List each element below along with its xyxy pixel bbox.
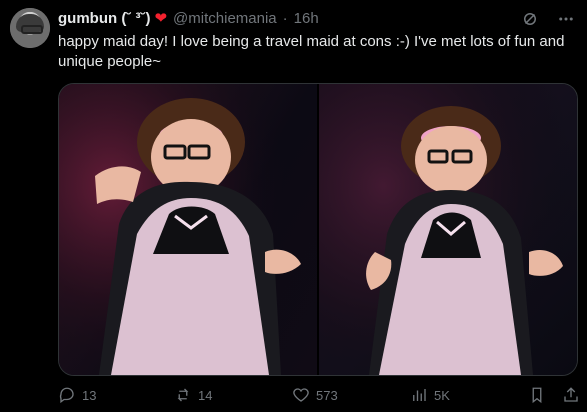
photo-left-illustration	[59, 84, 317, 375]
grok-icon[interactable]	[519, 8, 541, 30]
share-action[interactable]	[562, 386, 580, 404]
bookmark-icon	[532, 387, 542, 404]
views-count: 5K	[434, 387, 450, 403]
share-icon	[564, 387, 578, 402]
photo-right[interactable]	[319, 84, 577, 375]
separator-dot: ·	[282, 9, 288, 27]
tweet-media[interactable]	[58, 83, 578, 376]
repost-action[interactable]: 14	[174, 386, 212, 404]
photo-left[interactable]	[59, 84, 317, 375]
repost-count: 14	[198, 387, 213, 403]
tweet-time[interactable]: 16h	[294, 10, 319, 27]
views-action[interactable]: 5K	[410, 386, 450, 404]
avatar[interactable]	[10, 8, 50, 48]
avatar-glasses	[21, 25, 43, 34]
reply-action[interactable]: 13	[58, 386, 96, 404]
views-icon	[413, 389, 426, 401]
like-action[interactable]: 573	[292, 386, 338, 404]
tweet-header: gumbun (˘ ³˘) ❤ @mitchiemania · 16h	[58, 8, 319, 28]
heart-emoji-icon: ❤	[154, 10, 168, 27]
reply-count: 13	[82, 387, 97, 403]
tweet-actions: 13 14 573 5K	[58, 386, 578, 406]
top-icons	[519, 8, 577, 30]
author-handle[interactable]: @mitchiemania	[173, 10, 277, 27]
bookmark-action[interactable]	[528, 386, 546, 404]
tweet-text: happy maid day! I love being a travel ma…	[58, 33, 565, 70]
photo-right-illustration	[319, 84, 577, 375]
more-icon[interactable]	[555, 8, 577, 30]
like-icon	[293, 388, 309, 402]
author-name[interactable]: gumbun (˘ ³˘)	[58, 10, 150, 27]
like-count: 573	[316, 387, 338, 403]
repost-icon	[177, 388, 189, 402]
reply-icon	[59, 387, 74, 404]
